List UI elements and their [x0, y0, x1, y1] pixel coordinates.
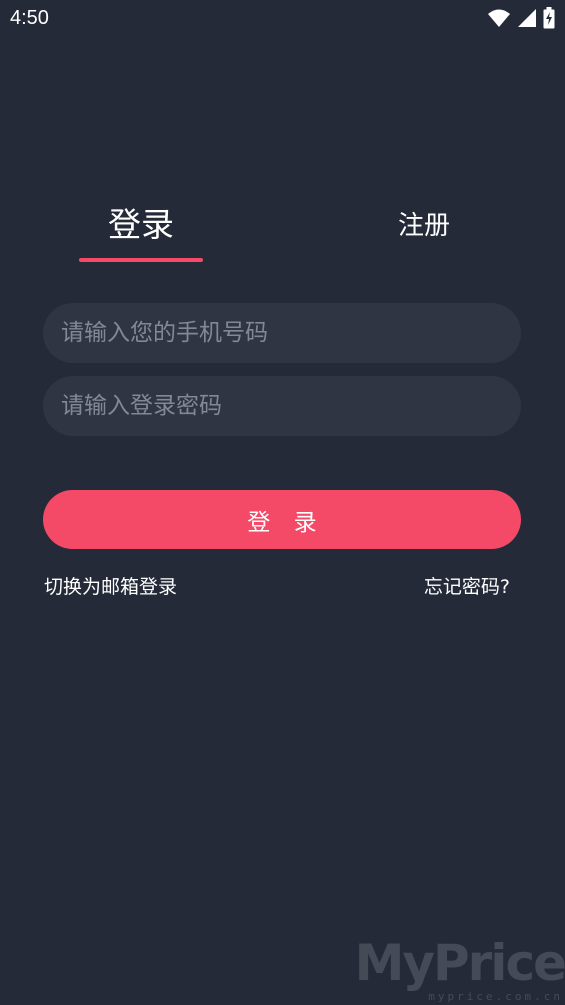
active-tab-indicator — [79, 258, 203, 262]
watermark-url: myprice.com.cn — [428, 990, 563, 1003]
phone-input[interactable] — [43, 303, 521, 363]
login-screen: 4:50 登录 注册 请输入您的手机号码 登 录 切换为邮箱登录 忘记密码? M… — [0, 0, 565, 1005]
password-input-container — [43, 376, 521, 436]
status-icons — [487, 6, 555, 30]
signal-icon — [517, 8, 537, 28]
status-time: 4:50 — [10, 7, 49, 29]
login-button[interactable]: 登 录 — [43, 490, 521, 549]
tab-register[interactable]: 注册 — [362, 205, 486, 265]
switch-email-login-link[interactable]: 切换为邮箱登录 — [44, 572, 177, 599]
tab-login[interactable]: 登录 — [79, 198, 203, 258]
status-bar: 4:50 — [0, 0, 565, 38]
wifi-icon — [487, 8, 511, 28]
password-input[interactable] — [43, 376, 521, 436]
watermark: MyPrice myprice.com.cn — [355, 933, 565, 1005]
phone-input-container — [43, 303, 521, 363]
watermark-logo: MyPrice — [354, 934, 565, 992]
forgot-password-link[interactable]: 忘记密码? — [424, 572, 510, 599]
battery-charging-icon — [543, 7, 555, 29]
